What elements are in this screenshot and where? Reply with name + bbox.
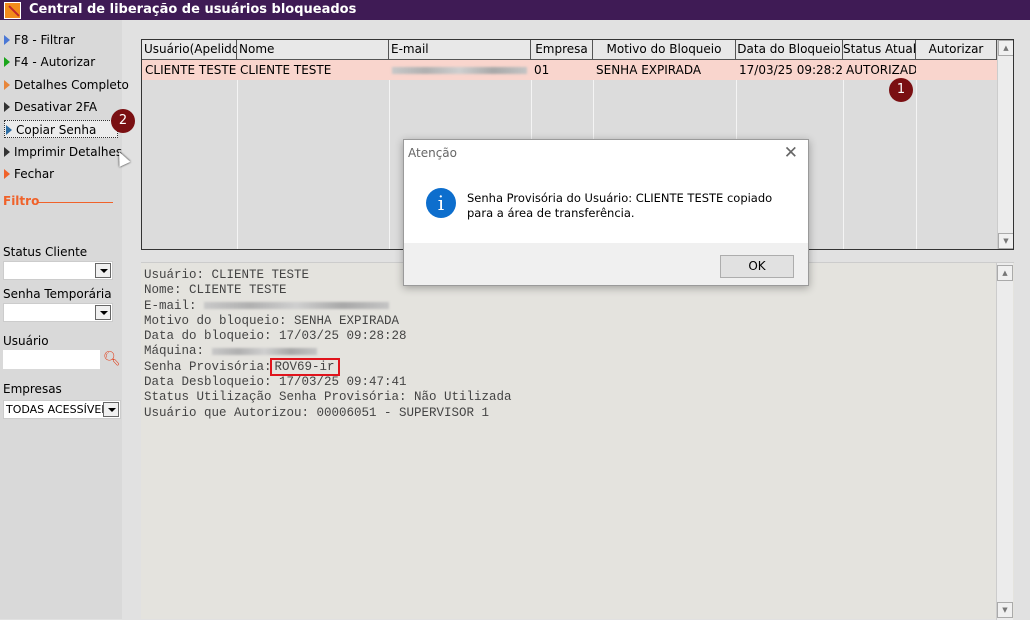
- action-label: F4 - Autorizar: [14, 55, 96, 69]
- detail-usuario: Usuário: CLIENTE TESTE: [144, 268, 310, 282]
- redacted-machine: [211, 347, 317, 355]
- cell-usuario: CLIENTE TESTE: [142, 60, 237, 80]
- details-memo[interactable]: Usuário: CLIENTE TESTE Nome: CLIENTE TES…: [141, 262, 1014, 620]
- arrow-icon: [4, 80, 10, 90]
- cell-status: AUTORIZADO: [843, 60, 916, 80]
- arrow-icon: [4, 169, 10, 179]
- detail-maquina: Máquina:: [144, 344, 212, 359]
- close-icon[interactable]: ✕: [784, 143, 798, 163]
- column-divider: [843, 80, 844, 249]
- scroll-down-icon[interactable]: ▼: [998, 233, 1013, 249]
- chevron-down-icon[interactable]: [95, 263, 111, 278]
- info-icon: i: [426, 188, 456, 218]
- detail-email: E-mail:: [144, 298, 205, 313]
- usuario-input[interactable]: [3, 350, 100, 369]
- detail-data-desbloqueio: Data Desbloqueio: 17/03/25 09:47:41: [144, 375, 407, 390]
- column-header[interactable]: Status Atual: [843, 40, 916, 60]
- status-cliente-select[interactable]: [3, 261, 113, 280]
- column-header[interactable]: Usuário(Apelido): [142, 40, 237, 60]
- column-divider: [916, 80, 917, 249]
- cell-motivo: SENHA EXPIRADA: [593, 60, 736, 80]
- cell-data: 17/03/25 09:28:28: [736, 60, 843, 80]
- ok-button[interactable]: OK: [720, 255, 794, 278]
- chevron-down-icon[interactable]: [103, 402, 119, 417]
- action-copiar-senha[interactable]: Copiar Senha: [4, 120, 118, 138]
- column-header[interactable]: E-mail: [389, 40, 531, 60]
- action-label: Desativar 2FA: [14, 100, 98, 114]
- action-filtrar[interactable]: F8 - Filtrar: [4, 31, 75, 49]
- column-divider: [237, 80, 238, 249]
- arrow-icon: [6, 125, 12, 135]
- action-desativar-2fa[interactable]: Desativar 2FA: [4, 98, 97, 116]
- detail-nome: Nome: CLIENTE TESTE: [144, 283, 287, 298]
- window-title: Central de liberação de usuários bloquea…: [29, 2, 357, 17]
- arrow-icon: [4, 35, 10, 45]
- senha-temporaria-select[interactable]: [3, 303, 113, 322]
- action-fechar[interactable]: Fechar: [4, 165, 54, 183]
- action-label: Imprimir Detalhes: [14, 145, 123, 159]
- detail-autorizou: Usuário que Autorizou: 00006051 - SUPERV…: [144, 405, 490, 420]
- title-bar: Central de liberação de usuários bloquea…: [0, 0, 1030, 20]
- arrow-icon: [4, 57, 10, 67]
- redacted-email: [204, 301, 390, 309]
- redacted-email: [392, 67, 527, 74]
- search-icon[interactable]: 🔍︎: [103, 351, 121, 367]
- temporary-password: ROV69-ir: [269, 357, 340, 376]
- grid-scrollbar[interactable]: ▲ ▼: [997, 40, 1013, 249]
- column-header[interactable]: Motivo do Bloqueio: [593, 40, 736, 60]
- detail-status-uso: Status Utilização Senha Provisória: Não …: [144, 390, 512, 405]
- app-logo-icon: [4, 2, 21, 19]
- arrow-icon: [4, 147, 10, 157]
- cell-empresa: 01: [531, 60, 593, 80]
- dialog-message: Senha Provisória do Usuário: CLIENTE TES…: [467, 191, 773, 220]
- detail-senha-label: Senha Provisória:: [144, 359, 272, 374]
- chevron-down-icon[interactable]: [95, 305, 111, 320]
- action-label: Fechar: [14, 167, 55, 181]
- column-header[interactable]: Data do Bloqueio: [736, 40, 843, 60]
- details-text: Usuário: CLIENTE TESTE Nome: CLIENTE TES…: [144, 268, 512, 421]
- column-header[interactable]: Empresa: [531, 40, 593, 60]
- usuario-label: Usuário: [3, 334, 49, 348]
- select-value: TODAS ACESSÍVEIS: [6, 403, 112, 416]
- empresas-label: Empresas: [3, 382, 62, 396]
- scroll-up-icon[interactable]: ▲: [998, 40, 1013, 56]
- scroll-up-icon[interactable]: ▲: [997, 265, 1013, 281]
- memo-scrollbar[interactable]: ▲ ▼: [996, 263, 1013, 620]
- action-label: Copiar Senha: [16, 123, 97, 137]
- column-header[interactable]: Autorizar: [916, 40, 997, 60]
- action-detalhes-completo[interactable]: Detalhes Completo: [4, 76, 129, 94]
- filter-divider: [38, 202, 113, 203]
- cell-nome: CLIENTE TESTE: [237, 60, 389, 80]
- annotation-badge-2: 2: [111, 109, 135, 133]
- attention-dialog: Atenção ✕ i Senha Provisória do Usuário:…: [403, 139, 809, 286]
- empresas-select[interactable]: TODAS ACESSÍVEIS: [3, 400, 121, 419]
- column-divider: [389, 80, 390, 249]
- senha-temporaria-label: Senha Temporária: [3, 287, 112, 301]
- scroll-down-icon[interactable]: ▼: [997, 602, 1013, 618]
- cell-email: [389, 60, 531, 80]
- arrow-icon: [4, 102, 10, 112]
- action-label: F8 - Filtrar: [14, 33, 76, 47]
- filter-title: Filtro: [3, 194, 40, 208]
- annotation-badge-1: 1: [889, 78, 913, 102]
- cell-autorizar: [916, 60, 997, 80]
- detail-data-bloqueio: Data do bloqueio: 17/03/25 09:28:28: [144, 329, 407, 344]
- action-imprimir-detalhes[interactable]: Imprimir Detalhes: [4, 143, 122, 161]
- dialog-title: Atenção: [408, 146, 457, 160]
- status-cliente-label: Status Cliente: [3, 245, 88, 259]
- action-autorizar[interactable]: F4 - Autorizar: [4, 53, 95, 71]
- column-header[interactable]: Nome: [237, 40, 389, 60]
- action-label: Detalhes Completo: [14, 78, 129, 92]
- detail-motivo: Motivo do bloqueio: SENHA EXPIRADA: [144, 313, 400, 328]
